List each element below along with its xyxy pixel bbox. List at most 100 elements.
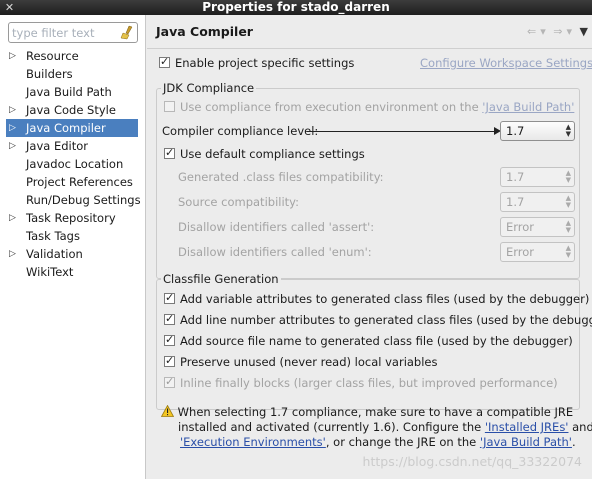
variable-attributes-label: Add variable attributes to generated cla… [180, 292, 590, 306]
preference-tree: ▷ Resource Builders Java Build Path ▷ Java Co… [0, 47, 146, 281]
warning-line-2-suffix: and [568, 420, 592, 434]
use-default-compliance[interactable]: Use default compliance settings [164, 146, 365, 161]
warning-line-3-end: . [571, 435, 576, 449]
enable-project-settings-checkbox[interactable] [159, 55, 170, 68]
compliance-level-value: 1.7 [506, 124, 525, 138]
combo-spin-icon: ▲ ▼ [565, 219, 571, 234]
warning-java-build-path-link[interactable]: 'Java Build Path' [480, 435, 572, 449]
filter-box[interactable] [8, 22, 138, 43]
tree-item[interactable]: ▷ Validation [0, 245, 146, 263]
line-number-checkbox[interactable] [164, 312, 175, 325]
classfile-option[interactable]: Add line number attributes to generated … [164, 312, 592, 327]
warning-icon [161, 405, 174, 417]
tree-item[interactable]: ▷ Resource [0, 47, 146, 65]
jdk-compliance-label: JDK Compliance [161, 81, 257, 95]
tree-item-label: Javadoc Location [26, 157, 124, 171]
inline-finally-checkbox[interactable] [164, 375, 175, 388]
tree-item[interactable]: Builders [0, 65, 146, 83]
use-default-compliance-label: Use default compliance settings [180, 147, 365, 161]
preserve-unused-label: Preserve unused (never read) local varia… [180, 355, 438, 369]
source-compat-value: 1.7 [506, 195, 525, 209]
view-menu-icon[interactable]: ▼ [580, 25, 588, 38]
classfile-option[interactable]: Inline finally blocks (larger class file… [164, 375, 558, 390]
tree-item[interactable]: WikiText [0, 263, 146, 281]
disallow-enum-value: Error [506, 245, 535, 259]
right-pane: Java Compiler ⇐ ▾ ⇒ ▾ ▼ Enable project spe… [147, 15, 592, 479]
warning-line-1: When selecting 1.7 compliance, make sure… [177, 405, 574, 419]
tree-item-label: Java Build Path [26, 85, 112, 99]
back-icon[interactable]: ⇐ [527, 25, 536, 38]
compliance-level-label: Compiler compliance level: [162, 124, 319, 138]
variable-attributes-checkbox[interactable] [164, 291, 175, 304]
disallow-assert-label: Disallow identifiers called 'assert': [178, 220, 375, 234]
configure-workspace-link[interactable]: Configure Workspace Settings... [420, 56, 592, 70]
tree-item[interactable]: ▷ Java Compiler [6, 119, 138, 137]
generated-compat-combo[interactable]: 1.7 ▲ ▼ [500, 167, 575, 187]
combo-spin-icon: ▲ ▼ [565, 169, 571, 184]
window-title: Properties for stado_darren [202, 0, 390, 14]
tree-item-label: Builders [26, 67, 73, 81]
tree-item-label: Project References [26, 175, 133, 189]
enable-project-settings-label: Enable project specific settings [175, 56, 355, 70]
annotation-arrow-line [307, 131, 495, 132]
preserve-unused-checkbox[interactable] [164, 354, 175, 367]
generated-compat-value: 1.7 [506, 170, 525, 184]
left-pane: ▷ Resource Builders Java Build Path ▷ Java Co… [0, 15, 146, 479]
expand-arrow-icon[interactable]: ▷ [9, 47, 19, 65]
classfile-option[interactable]: Add variable attributes to generated cla… [164, 291, 590, 306]
forward-menu-icon[interactable]: ▾ [567, 25, 573, 38]
expand-arrow-icon[interactable]: ▷ [9, 209, 19, 227]
tree-item[interactable]: ▷ Java Editor [0, 137, 146, 155]
classfile-option[interactable]: Add source file name to generated class … [164, 333, 573, 348]
clear-filter-icon[interactable] [120, 25, 134, 40]
execution-environments-link[interactable]: 'Execution Environments' [180, 435, 326, 449]
generated-compat-label: Generated .class files compatibility: [178, 170, 384, 184]
use-compliance-ee-label: Use compliance from execution environmen… [180, 100, 483, 114]
forward-icon[interactable]: ⇒ [553, 25, 562, 38]
source-compat-combo[interactable]: 1.7 ▲ ▼ [500, 192, 575, 212]
watermark: https://blog.csdn.net/qq_33322074 [362, 454, 582, 469]
compliance-level-combo[interactable]: 1.7 ▲ ▼ [500, 121, 575, 141]
disallow-assert-combo[interactable]: Error ▲ ▼ [500, 217, 575, 237]
tree-item-label: Run/Debug Settings [26, 193, 141, 207]
close-icon[interactable]: ✕ [3, 1, 16, 14]
enable-project-settings[interactable]: Enable project specific settings [159, 55, 355, 70]
installed-jres-link[interactable]: 'Installed JREs' [485, 420, 569, 434]
inline-finally-label: Inline finally blocks (larger class file… [180, 376, 558, 390]
title-bar: ✕ Properties for stado_darren [0, 0, 592, 15]
back-menu-icon[interactable]: ▾ [540, 25, 546, 38]
expand-arrow-icon[interactable]: ▷ [9, 119, 19, 137]
source-compat-label: Source compatibility: [178, 195, 300, 209]
line-number-label: Add line number attributes to generated … [180, 313, 592, 327]
tree-item[interactable]: Java Build Path [0, 83, 146, 101]
header-divider [147, 48, 592, 49]
source-file-name-checkbox[interactable] [164, 333, 175, 346]
use-compliance-ee[interactable]: Use compliance from execution environmen… [164, 100, 574, 114]
java-build-path-link[interactable]: 'Java Build Path' [482, 100, 574, 114]
tree-item[interactable]: Javadoc Location [0, 155, 146, 173]
tree-item[interactable]: Task Tags [0, 227, 146, 245]
expand-arrow-icon[interactable]: ▷ [9, 245, 19, 263]
warning-line-3: , or change the JRE on the [325, 435, 480, 449]
tree-item[interactable]: Project References [0, 173, 146, 191]
tree-item[interactable]: Run/Debug Settings [0, 191, 146, 209]
warning-line-2: installed and activated (currently 1.6).… [178, 420, 485, 434]
combo-spin-icon: ▲ ▼ [565, 194, 571, 209]
use-default-compliance-checkbox[interactable] [164, 146, 175, 159]
classfile-option[interactable]: Preserve unused (never read) local varia… [164, 354, 438, 369]
tree-item-label: Java Compiler [26, 121, 106, 135]
expand-arrow-icon[interactable]: ▷ [9, 101, 19, 119]
disallow-enum-combo[interactable]: Error ▲ ▼ [500, 242, 575, 262]
tree-item-label: WikiText [26, 265, 74, 279]
configure-workspace-link-text[interactable]: Configure Workspace Settings... [420, 56, 592, 70]
compliance-warning: When selecting 1.7 compliance, make sure… [161, 405, 592, 450]
expand-arrow-icon[interactable]: ▷ [9, 137, 19, 155]
nav-buttons: ⇐ ▾ ⇒ ▾ ▼ [523, 25, 588, 38]
use-compliance-ee-checkbox[interactable] [164, 101, 175, 112]
combo-spin-icon: ▲ ▼ [565, 244, 571, 259]
tree-item[interactable]: ▷ Java Code Style [0, 101, 146, 119]
tree-item[interactable]: ▷ Task Repository [0, 209, 146, 227]
page-title: Java Compiler [156, 24, 253, 39]
source-file-name-label: Add source file name to generated class … [180, 334, 573, 348]
filter-input[interactable] [9, 23, 113, 42]
